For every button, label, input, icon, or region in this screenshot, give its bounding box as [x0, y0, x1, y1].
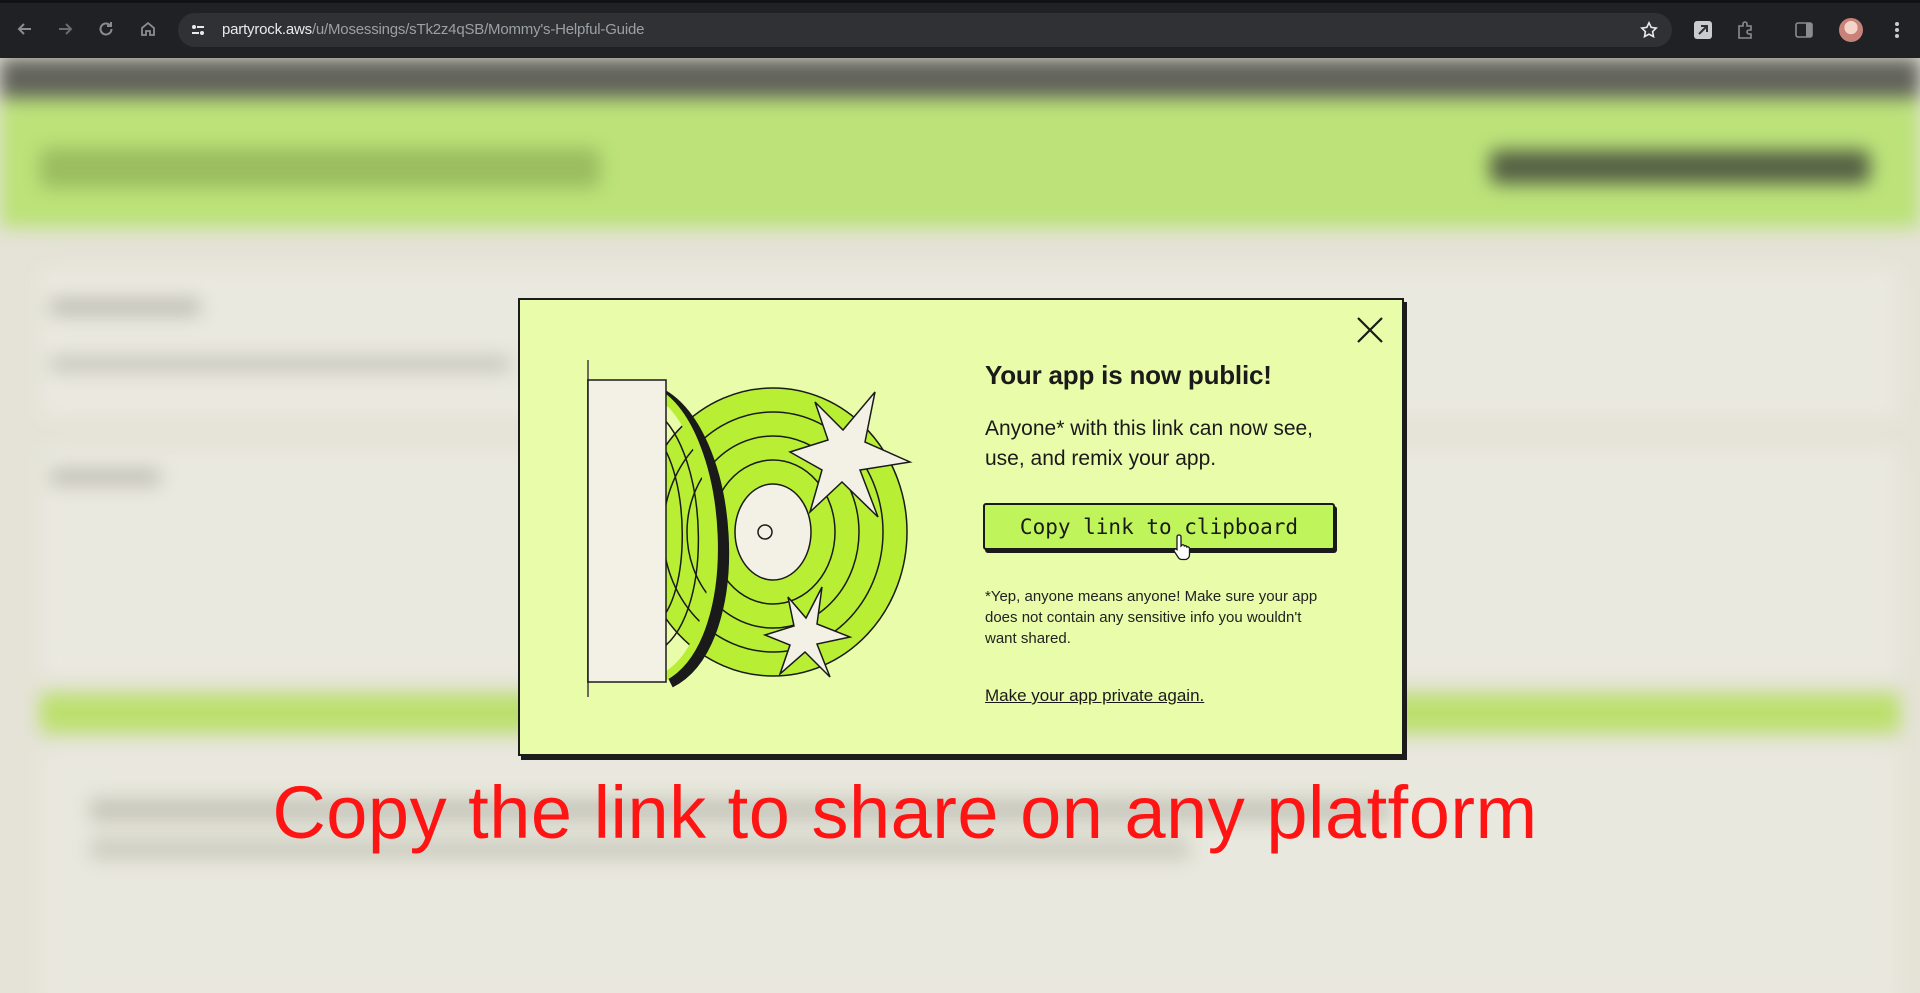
arrow-left-icon	[17, 23, 31, 35]
make-private-link[interactable]: Make your app private again.	[985, 686, 1204, 706]
public-broadcast-illustration	[587, 360, 913, 697]
back-button[interactable]	[12, 16, 38, 42]
extension-app-icon[interactable]	[1691, 18, 1715, 42]
browser-toolbar: partyrock.aws/u/Mosessings/sTk2z4qSB/Mom…	[0, 0, 1920, 58]
url-text: partyrock.aws/u/Mosessings/sTk2z4qSB/Mom…	[222, 21, 645, 38]
bookmark-star-icon[interactable]	[1638, 19, 1660, 41]
extensions-puzzle-icon[interactable]	[1733, 18, 1757, 42]
video-caption: Copy the link to share on any platform	[272, 771, 1538, 854]
share-public-dialog: Your app is now public! Anyone* with thi…	[518, 298, 1404, 756]
kebab-menu-icon[interactable]	[1885, 18, 1909, 42]
warning-note: *Yep, anyone means anyone! Make sure you…	[985, 588, 1318, 647]
profile-avatar[interactable]	[1839, 18, 1863, 42]
home-button[interactable]	[135, 16, 161, 42]
dialog-heading: Your app is now public!	[985, 360, 1272, 390]
hand-pointer-cursor-icon	[1173, 534, 1191, 561]
address-bar[interactable]: partyrock.aws/u/Mosessings/sTk2z4qSB/Mom…	[178, 13, 1672, 47]
close-button[interactable]	[1352, 312, 1388, 348]
side-panel-icon[interactable]	[1792, 18, 1816, 42]
dialog-description: Anyone* with this link can now see, use,…	[985, 417, 1314, 470]
site-info-icon[interactable]	[188, 20, 208, 40]
copy-link-button[interactable]: Copy link to clipboard	[983, 503, 1335, 550]
reload-icon	[99, 22, 113, 36]
arrow-right-icon	[59, 23, 73, 35]
close-icon	[1357, 317, 1383, 343]
home-icon	[141, 21, 155, 36]
reload-button[interactable]	[93, 16, 119, 42]
forward-button[interactable]	[52, 16, 78, 42]
tab-strip	[0, 0, 1920, 3]
